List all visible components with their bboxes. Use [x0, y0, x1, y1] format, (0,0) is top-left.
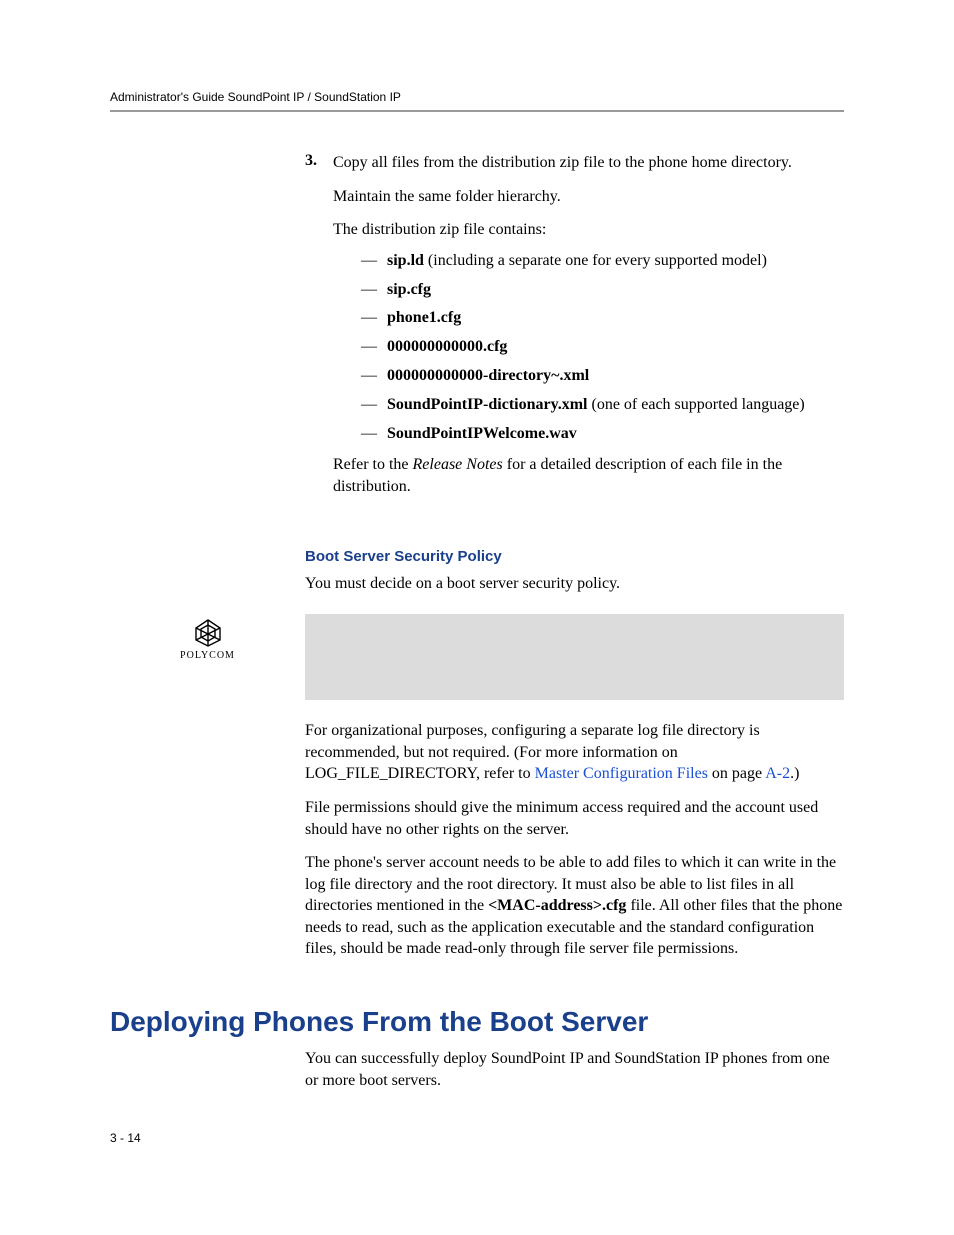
- file-name: phone1.cfg: [387, 309, 461, 326]
- section-heading-deploying-phones: Deploying Phones From the Boot Server: [110, 1006, 844, 1038]
- note-block: POLYCOM: [110, 614, 844, 700]
- org-para-3: The phone's server account needs to be a…: [305, 852, 844, 960]
- polycom-logo: POLYCOM: [110, 614, 305, 661]
- step-3-p2: Maintain the same folder hierarchy.: [333, 186, 844, 208]
- list-item: SoundPointIPWelcome.wav: [361, 424, 844, 445]
- file-desc: (one of each supported language): [587, 396, 804, 413]
- step-3-row: 3. Copy all files from the distribution …: [305, 152, 844, 510]
- step-number: 3.: [305, 152, 333, 170]
- file-name: SoundPointIPWelcome.wav: [387, 425, 577, 442]
- subheading-boot-server-security: Boot Server Security Policy: [305, 548, 844, 565]
- list-item: sip.cfg: [361, 280, 844, 301]
- security-policy-p1: You must decide on a boot server securit…: [305, 573, 844, 595]
- file-desc: (including a separate one for every supp…: [424, 252, 767, 269]
- link-master-config-files[interactable]: Master Configuration Files: [535, 765, 708, 782]
- file-name: SoundPointIP-dictionary.xml: [387, 396, 587, 413]
- note-grey-box: [305, 614, 844, 700]
- list-item: SoundPointIP-dictionary.xml (one of each…: [361, 395, 844, 416]
- running-header: Administrator's Guide SoundPoint IP / So…: [110, 90, 844, 104]
- org-para-2: File permissions should give the minimum…: [305, 797, 844, 840]
- file-name: sip.ld: [387, 252, 424, 269]
- step-3-p3: The distribution zip file contains:: [333, 219, 844, 241]
- section-p1: You can successfully deploy SoundPoint I…: [305, 1048, 844, 1091]
- org-para-1: For organizational purposes, configuring…: [305, 720, 844, 785]
- polycom-logo-icon: [190, 618, 226, 648]
- link-page-a2[interactable]: A-2: [765, 765, 790, 782]
- polycom-logo-text: POLYCOM: [180, 650, 235, 661]
- header-rule: [110, 110, 844, 112]
- list-item: sip.ld (including a separate one for eve…: [361, 251, 844, 272]
- distribution-file-list: sip.ld (including a separate one for eve…: [333, 251, 844, 445]
- release-notes-ref: Release Notes: [413, 456, 503, 473]
- refer-para: Refer to the Release Notes for a detaile…: [333, 454, 844, 497]
- page-number: 3 - 14: [110, 1131, 141, 1145]
- file-name: 000000000000-directory~.xml: [387, 367, 589, 384]
- step-3-p1: Copy all files from the distribution zip…: [333, 152, 844, 174]
- list-item: 000000000000.cfg: [361, 337, 844, 358]
- mac-address-cfg: <MAC-address>.cfg: [488, 897, 626, 914]
- list-item: phone1.cfg: [361, 308, 844, 329]
- list-item: 000000000000-directory~.xml: [361, 366, 844, 387]
- file-name: 000000000000.cfg: [387, 338, 507, 355]
- file-name: sip.cfg: [387, 281, 431, 298]
